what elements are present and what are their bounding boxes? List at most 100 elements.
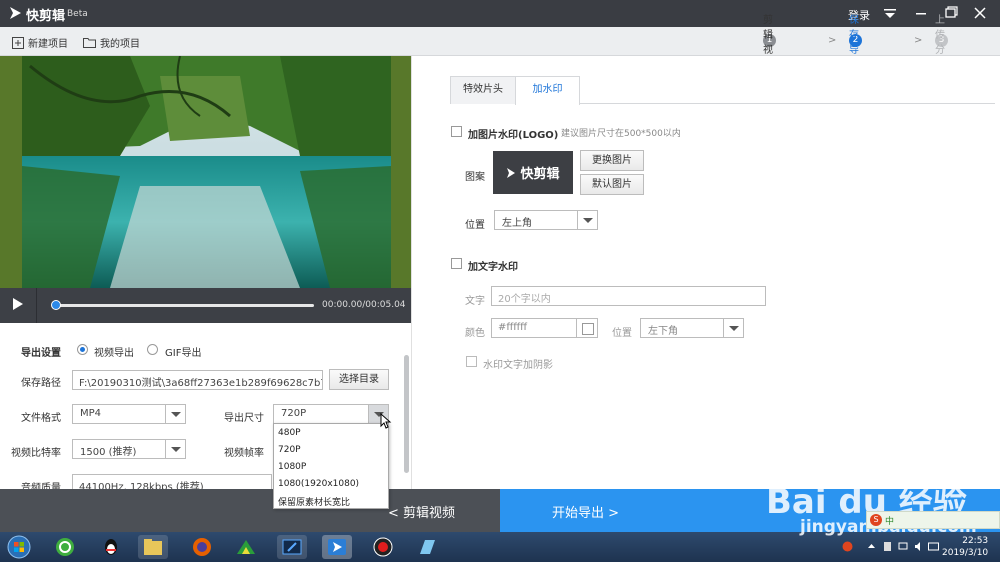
video-export-radio[interactable] <box>77 344 88 355</box>
replace-image-button[interactable]: 更换图片 <box>580 150 644 171</box>
clock-date: 2019/3/10 <box>942 548 989 558</box>
size-select[interactable]: 720P <box>273 404 389 424</box>
size-label: 导出尺寸 <box>224 413 264 424</box>
progress-knob[interactable] <box>51 300 61 310</box>
back-to-edit-button[interactable]: < 剪辑视频 <box>0 489 500 532</box>
size-option[interactable]: 1080(1920x1080) <box>278 479 359 489</box>
text-watermark-label[interactable]: 加文字水印 <box>468 258 518 273</box>
notes-icon <box>420 540 435 554</box>
taskbar-app-active[interactable] <box>322 535 352 559</box>
device-icon[interactable] <box>882 541 893 552</box>
color-picker[interactable] <box>576 318 598 338</box>
new-project-button[interactable]: 新建项目 <box>12 35 68 50</box>
preview-image <box>0 56 411 288</box>
record-icon <box>373 537 393 557</box>
bitrate-value: 1500 (推荐) <box>80 447 137 458</box>
clock-time: 22:53 <box>962 536 989 546</box>
path-field[interactable]: F:\20190310测试\3a68ff27363e1b289f69628c7b… <box>72 370 323 390</box>
taskbar-app[interactable] <box>96 535 126 559</box>
windows-start-icon <box>7 535 31 559</box>
taskbar-app[interactable] <box>412 535 442 559</box>
size-option[interactable]: 480P <box>278 428 301 438</box>
video-preview[interactable] <box>0 56 411 288</box>
size-option[interactable]: 保留原素材长宽比 <box>278 495 350 508</box>
shadow-checkbox[interactable] <box>466 356 477 367</box>
sogou-tray-icon[interactable] <box>842 541 853 552</box>
audio-select[interactable]: 44100Hz, 128kbps (推荐) <box>72 474 272 489</box>
new-project-label: 新建项目 <box>28 39 68 50</box>
step-export[interactable]: 2 保存导出 <box>849 15 862 71</box>
app-name: 快剪辑 <box>26 9 66 24</box>
tab-watermark[interactable]: 加水印 <box>515 76 580 105</box>
sogou-icon[interactable]: S <box>870 514 882 526</box>
close-icon[interactable] <box>969 4 991 22</box>
gif-export-radio[interactable] <box>147 344 158 355</box>
size-option[interactable]: 720P <box>278 445 301 455</box>
format-label: 文件格式 <box>21 413 61 424</box>
taskbar-app[interactable] <box>231 535 261 559</box>
choose-dir-button[interactable]: 选择目录 <box>329 369 389 390</box>
settings-scrollbar[interactable] <box>404 355 409 473</box>
taskbar-app[interactable] <box>368 535 398 559</box>
pattern-label: 图案 <box>465 172 485 183</box>
chevron-down-icon[interactable] <box>577 211 597 229</box>
text-input[interactable]: 20个字以内 <box>491 286 766 306</box>
logo-position-select[interactable]: 左上角 <box>494 210 598 230</box>
logo-watermark-checkbox[interactable] <box>451 126 462 137</box>
bitrate-label: 视频比特率 <box>11 448 61 459</box>
timecode: 00:00.00/00:05.04 <box>322 300 406 310</box>
chevron-down-icon[interactable] <box>723 319 743 337</box>
my-projects-button[interactable]: 我的项目 <box>83 35 140 50</box>
ime-toolbar[interactable]: S 中 <box>866 511 1000 529</box>
play-icon[interactable] <box>13 298 23 310</box>
step-edit[interactable]: 1 剪辑视频 <box>763 15 776 71</box>
taskbar-app[interactable] <box>277 535 307 559</box>
volume-icon[interactable] <box>914 541 925 552</box>
chevron-down-icon[interactable] <box>165 405 185 423</box>
text-watermark-checkbox[interactable] <box>451 258 462 269</box>
chevron-down-icon[interactable] <box>165 440 185 458</box>
gif-export-label[interactable]: GIF导出 <box>165 344 201 359</box>
ime-mode[interactable]: 中 <box>885 514 894 527</box>
taskbar-app[interactable] <box>50 535 80 559</box>
beta-label: Beta <box>67 9 88 19</box>
logo-preview: 快剪辑 <box>493 151 573 194</box>
progress-track[interactable] <box>52 304 314 307</box>
text-position-select[interactable]: 左下角 <box>640 318 744 338</box>
explorer-icon <box>144 539 162 555</box>
text-position-value: 左下角 <box>648 326 678 337</box>
format-select[interactable]: MP4 <box>72 404 186 424</box>
logo-watermark-label[interactable]: 加图片水印(LOGO) <box>468 126 558 141</box>
player-controls: 00:00.00/00:05.04 <box>0 288 411 323</box>
my-projects-label: 我的项目 <box>100 39 140 50</box>
logo-hint: 建议图片尺寸在500*500以内 <box>561 129 681 139</box>
taskbar-app[interactable] <box>138 535 168 559</box>
video-editor-icon <box>282 539 302 555</box>
export-settings-label: 导出设置 <box>21 348 61 359</box>
default-image-button[interactable]: 默认图片 <box>580 174 644 195</box>
color-input[interactable]: #ffffff <box>491 318 577 338</box>
network-icon[interactable] <box>898 541 909 552</box>
keyboard-icon[interactable] <box>928 541 939 552</box>
taskbar: 22:53 2019/3/10 <box>0 532 1000 562</box>
back-label: < 剪辑视频 <box>388 506 456 521</box>
step-share[interactable]: 3 上传分享 <box>935 15 948 71</box>
size-option[interactable]: 1080P <box>278 462 306 472</box>
tray-arrow-icon[interactable] <box>866 541 877 552</box>
system-clock[interactable]: 22:53 2019/3/10 <box>942 535 988 559</box>
minimize-icon[interactable] <box>910 4 932 22</box>
video-export-label[interactable]: 视频导出 <box>94 344 134 359</box>
folder-icon <box>83 38 96 48</box>
start-button[interactable] <box>4 535 34 559</box>
logo-text: 快剪辑 <box>520 167 560 182</box>
bitrate-select[interactable]: 1500 (推荐) <box>72 439 186 459</box>
action-bar: < 剪辑视频 开始导出 > <box>0 489 1000 532</box>
new-project-icon <box>12 36 24 49</box>
color-label: 颜色 <box>465 328 485 339</box>
tab-intro[interactable]: 特效片头 <box>450 76 516 104</box>
chevron-right-icon: > <box>914 35 923 46</box>
export-label: 开始导出 > <box>552 506 620 521</box>
shadow-label[interactable]: 水印文字加阴影 <box>483 356 553 371</box>
taskbar-app[interactable] <box>187 535 217 559</box>
menu-icon[interactable] <box>879 4 901 22</box>
